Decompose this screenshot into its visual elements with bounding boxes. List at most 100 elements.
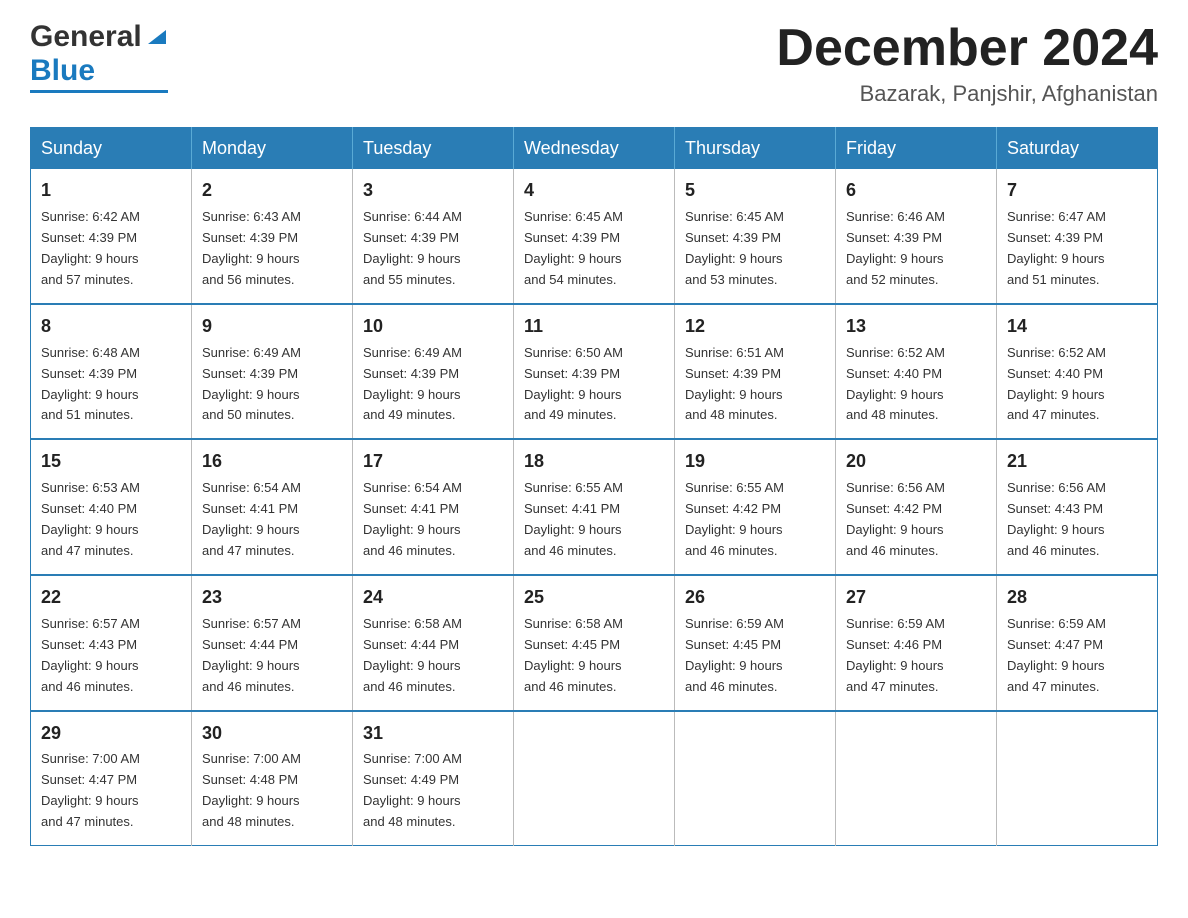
day-info: Sunrise: 6:56 AMSunset: 4:42 PMDaylight:… xyxy=(846,480,945,558)
day-info: Sunrise: 7:00 AMSunset: 4:47 PMDaylight:… xyxy=(41,751,140,829)
day-info: Sunrise: 6:52 AMSunset: 4:40 PMDaylight:… xyxy=(846,345,945,423)
logo-blue-text: Blue xyxy=(30,54,95,88)
day-number: 15 xyxy=(41,448,181,476)
day-number: 2 xyxy=(202,177,342,205)
day-number: 1 xyxy=(41,177,181,205)
day-info: Sunrise: 6:51 AMSunset: 4:39 PMDaylight:… xyxy=(685,345,784,423)
calendar-day-cell: 9 Sunrise: 6:49 AMSunset: 4:39 PMDaylight… xyxy=(192,304,353,440)
calendar-day-cell: 15 Sunrise: 6:53 AMSunset: 4:40 PMDayligh… xyxy=(31,439,192,575)
calendar-day-cell: 23 Sunrise: 6:57 AMSunset: 4:44 PMDayligh… xyxy=(192,575,353,711)
calendar-day-cell: 22Sunrise: 6:57 AMSunset: 4:43 PMDayligh… xyxy=(31,575,192,711)
calendar-day-cell: 7 Sunrise: 6:47 AMSunset: 4:39 PMDaylight… xyxy=(997,169,1158,304)
calendar-day-cell: 21Sunrise: 6:56 AMSunset: 4:43 PMDayligh… xyxy=(997,439,1158,575)
day-info: Sunrise: 6:56 AMSunset: 4:43 PMDaylight:… xyxy=(1007,480,1106,558)
calendar-day-cell: 14 Sunrise: 6:52 AMSunset: 4:40 PMDayligh… xyxy=(997,304,1158,440)
calendar-day-cell: 12 Sunrise: 6:51 AMSunset: 4:39 PMDayligh… xyxy=(675,304,836,440)
day-number: 20 xyxy=(846,448,986,476)
day-number: 19 xyxy=(685,448,825,476)
weekday-header-friday: Friday xyxy=(836,128,997,170)
calendar-day-cell: 18 Sunrise: 6:55 AMSunset: 4:41 PMDayligh… xyxy=(514,439,675,575)
day-info: Sunrise: 6:54 AMSunset: 4:41 PMDaylight:… xyxy=(202,480,301,558)
calendar-day-cell: 17 Sunrise: 6:54 AMSunset: 4:41 PMDayligh… xyxy=(353,439,514,575)
day-info: Sunrise: 6:52 AMSunset: 4:40 PMDaylight:… xyxy=(1007,345,1106,423)
weekday-header-sunday: Sunday xyxy=(31,128,192,170)
calendar-week-row: 29 Sunrise: 7:00 AMSunset: 4:47 PMDayligh… xyxy=(31,711,1158,846)
weekday-header-thursday: Thursday xyxy=(675,128,836,170)
calendar-day-cell: 8Sunrise: 6:48 AMSunset: 4:39 PMDaylight… xyxy=(31,304,192,440)
day-info: Sunrise: 6:45 AMSunset: 4:39 PMDaylight:… xyxy=(685,209,784,287)
day-number: 5 xyxy=(685,177,825,205)
logo: General Blue xyxy=(30,20,168,93)
calendar-day-cell: 28Sunrise: 6:59 AMSunset: 4:47 PMDayligh… xyxy=(997,575,1158,711)
calendar-day-cell: 24 Sunrise: 6:58 AMSunset: 4:44 PMDayligh… xyxy=(353,575,514,711)
weekday-header-tuesday: Tuesday xyxy=(353,128,514,170)
day-info: Sunrise: 6:48 AMSunset: 4:39 PMDaylight:… xyxy=(41,345,140,423)
calendar-day-cell: 19 Sunrise: 6:55 AMSunset: 4:42 PMDayligh… xyxy=(675,439,836,575)
logo-triangle-icon xyxy=(146,28,168,51)
day-number: 7 xyxy=(1007,177,1147,205)
day-info: Sunrise: 7:00 AMSunset: 4:49 PMDaylight:… xyxy=(363,751,462,829)
day-info: Sunrise: 6:53 AMSunset: 4:40 PMDaylight:… xyxy=(41,480,140,558)
day-info: Sunrise: 6:49 AMSunset: 4:39 PMDaylight:… xyxy=(202,345,301,423)
day-number: 22 xyxy=(41,584,181,612)
day-info: Sunrise: 6:59 AMSunset: 4:45 PMDaylight:… xyxy=(685,616,784,694)
day-number: 6 xyxy=(846,177,986,205)
calendar-day-cell xyxy=(514,711,675,846)
logo-underline xyxy=(30,90,168,93)
day-number: 26 xyxy=(685,584,825,612)
day-number: 12 xyxy=(685,313,825,341)
day-info: Sunrise: 6:45 AMSunset: 4:39 PMDaylight:… xyxy=(524,209,623,287)
calendar-day-cell: 11 Sunrise: 6:50 AMSunset: 4:39 PMDayligh… xyxy=(514,304,675,440)
calendar-day-cell: 16Sunrise: 6:54 AMSunset: 4:41 PMDayligh… xyxy=(192,439,353,575)
calendar-day-cell: 20 Sunrise: 6:56 AMSunset: 4:42 PMDayligh… xyxy=(836,439,997,575)
calendar-day-cell: 4 Sunrise: 6:45 AMSunset: 4:39 PMDaylight… xyxy=(514,169,675,304)
calendar-table: SundayMondayTuesdayWednesdayThursdayFrid… xyxy=(30,127,1158,846)
calendar-day-cell: 6Sunrise: 6:46 AMSunset: 4:39 PMDaylight… xyxy=(836,169,997,304)
day-info: Sunrise: 6:54 AMSunset: 4:41 PMDaylight:… xyxy=(363,480,462,558)
day-number: 24 xyxy=(363,584,503,612)
logo-general-text: General xyxy=(30,20,142,54)
day-info: Sunrise: 6:43 AMSunset: 4:39 PMDaylight:… xyxy=(202,209,301,287)
day-info: Sunrise: 6:58 AMSunset: 4:45 PMDaylight:… xyxy=(524,616,623,694)
calendar-day-cell: 2 Sunrise: 6:43 AMSunset: 4:39 PMDaylight… xyxy=(192,169,353,304)
calendar-day-cell xyxy=(997,711,1158,846)
day-number: 28 xyxy=(1007,584,1147,612)
weekday-header-monday: Monday xyxy=(192,128,353,170)
day-info: Sunrise: 6:47 AMSunset: 4:39 PMDaylight:… xyxy=(1007,209,1106,287)
calendar-day-cell: 27 Sunrise: 6:59 AMSunset: 4:46 PMDayligh… xyxy=(836,575,997,711)
day-info: Sunrise: 6:55 AMSunset: 4:41 PMDaylight:… xyxy=(524,480,623,558)
day-number: 17 xyxy=(363,448,503,476)
day-number: 9 xyxy=(202,313,342,341)
calendar-day-cell: 25 Sunrise: 6:58 AMSunset: 4:45 PMDayligh… xyxy=(514,575,675,711)
day-number: 13 xyxy=(846,313,986,341)
day-info: Sunrise: 6:50 AMSunset: 4:39 PMDaylight:… xyxy=(524,345,623,423)
day-info: Sunrise: 6:42 AMSunset: 4:39 PMDaylight:… xyxy=(41,209,140,287)
day-info: Sunrise: 6:59 AMSunset: 4:46 PMDaylight:… xyxy=(846,616,945,694)
calendar-day-cell xyxy=(675,711,836,846)
day-info: Sunrise: 6:55 AMSunset: 4:42 PMDaylight:… xyxy=(685,480,784,558)
day-number: 4 xyxy=(524,177,664,205)
calendar-day-cell: 13 Sunrise: 6:52 AMSunset: 4:40 PMDayligh… xyxy=(836,304,997,440)
day-number: 18 xyxy=(524,448,664,476)
calendar-day-cell: 10Sunrise: 6:49 AMSunset: 4:39 PMDayligh… xyxy=(353,304,514,440)
day-number: 27 xyxy=(846,584,986,612)
calendar-day-cell: 31Sunrise: 7:00 AMSunset: 4:49 PMDayligh… xyxy=(353,711,514,846)
day-number: 11 xyxy=(524,313,664,341)
calendar-day-cell: 26 Sunrise: 6:59 AMSunset: 4:45 PMDayligh… xyxy=(675,575,836,711)
title-section: December 2024 Bazarak, Panjshir, Afghani… xyxy=(776,20,1158,107)
calendar-day-cell xyxy=(836,711,997,846)
calendar-week-row: 22Sunrise: 6:57 AMSunset: 4:43 PMDayligh… xyxy=(31,575,1158,711)
calendar-week-row: 8Sunrise: 6:48 AMSunset: 4:39 PMDaylight… xyxy=(31,304,1158,440)
day-info: Sunrise: 6:57 AMSunset: 4:44 PMDaylight:… xyxy=(202,616,301,694)
weekday-header-saturday: Saturday xyxy=(997,128,1158,170)
weekday-header-wednesday: Wednesday xyxy=(514,128,675,170)
day-info: Sunrise: 6:49 AMSunset: 4:39 PMDaylight:… xyxy=(363,345,462,423)
day-number: 14 xyxy=(1007,313,1147,341)
calendar-day-cell: 5 Sunrise: 6:45 AMSunset: 4:39 PMDaylight… xyxy=(675,169,836,304)
day-number: 25 xyxy=(524,584,664,612)
calendar-week-row: 15 Sunrise: 6:53 AMSunset: 4:40 PMDayligh… xyxy=(31,439,1158,575)
day-number: 23 xyxy=(202,584,342,612)
day-info: Sunrise: 6:58 AMSunset: 4:44 PMDaylight:… xyxy=(363,616,462,694)
day-number: 29 xyxy=(41,720,181,748)
day-number: 30 xyxy=(202,720,342,748)
